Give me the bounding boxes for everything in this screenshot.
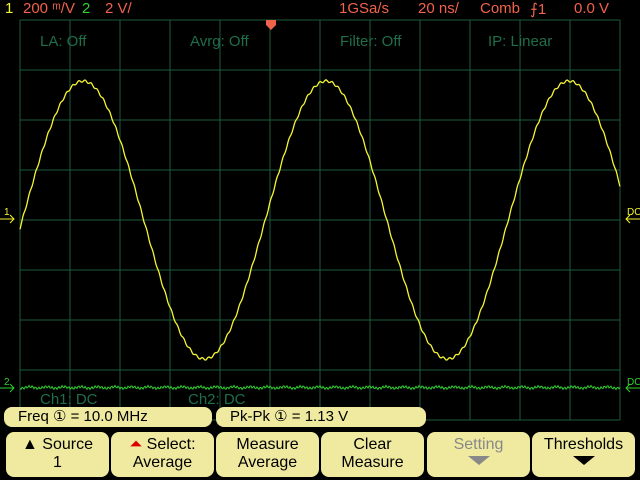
- ch2-marker[interactable]: 2: [4, 377, 10, 388]
- ch2-coupling: Ch2: DC: [188, 391, 246, 408]
- softkey-label: Select:: [146, 436, 196, 453]
- setting-softkey[interactable]: Setting: [427, 432, 530, 477]
- ch1-right-label: DC: [627, 207, 640, 218]
- ch1-coupling: Ch1: DC: [40, 391, 98, 408]
- la-status: LA: Off: [40, 33, 87, 50]
- ch2-right-label: DC: [627, 377, 640, 388]
- softkey-label: Setting: [453, 436, 504, 453]
- waveform-display: [0, 19, 640, 421]
- measurement-frequency: Freq ① = 10.0 MHz: [4, 407, 212, 427]
- softkey-value: 1: [53, 454, 62, 471]
- softkey-label: Measure: [236, 436, 299, 453]
- softkey-label: Thresholds: [543, 436, 624, 453]
- source-softkey[interactable]: ▲ Source 1: [6, 432, 109, 477]
- softkey-value: Measure: [341, 454, 404, 471]
- ch1-marker[interactable]: 1: [4, 207, 10, 218]
- trigger-position-marker: [266, 20, 276, 30]
- thresholds-softkey[interactable]: Thresholds: [532, 432, 635, 477]
- entry-knob-icon: ⏶: [129, 436, 147, 453]
- interpolation-status: IP: Linear: [488, 33, 553, 50]
- softkey-value: Average: [132, 454, 193, 471]
- softkey-label: ▲ Source: [22, 436, 93, 453]
- submenu-arrow-icon: [572, 456, 595, 465]
- submenu-arrow-icon: [467, 456, 490, 465]
- measure-average-softkey[interactable]: Measure Average: [216, 432, 319, 477]
- filter-status: Filter: Off: [340, 33, 402, 50]
- graticule: [19, 19, 621, 421]
- select-softkey[interactable]: ⏶ Select: Average: [111, 432, 214, 477]
- clear-measure-softkey[interactable]: Clear Measure: [321, 432, 424, 477]
- softkey-label: Clear: [353, 436, 392, 453]
- averaging-status: Avrg: Off: [190, 33, 249, 50]
- measurement-pk-pk: Pk-Pk ① = 1.13 V: [216, 407, 426, 427]
- softkey-value: Average: [237, 454, 298, 471]
